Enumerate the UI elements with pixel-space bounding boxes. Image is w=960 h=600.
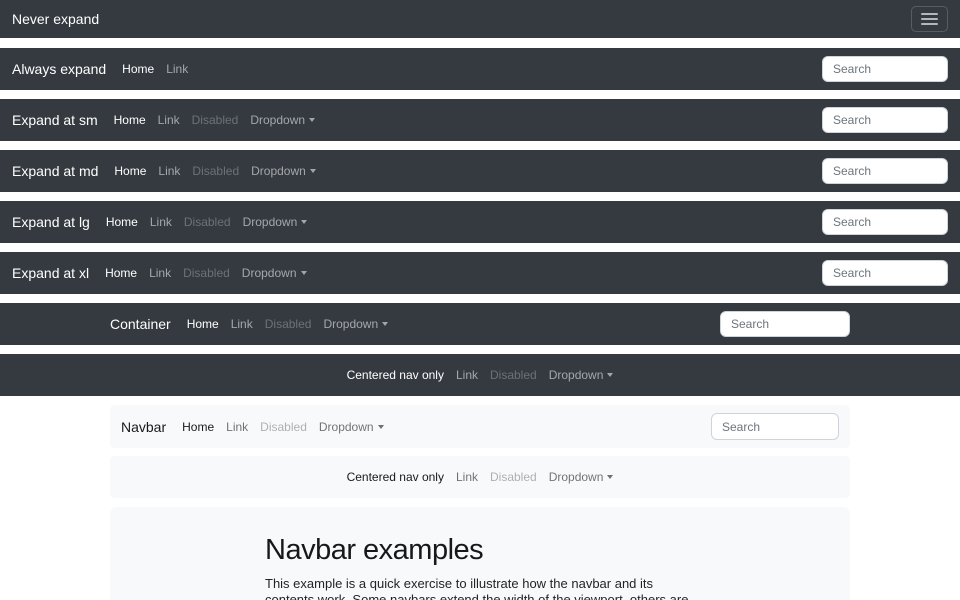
nav-links: Home Link Disabled Dropdown	[182, 420, 383, 434]
chevron-down-icon	[607, 373, 613, 377]
nav-link-link[interactable]: Link	[456, 470, 478, 484]
chevron-down-icon	[309, 118, 315, 122]
search-input[interactable]	[720, 311, 850, 337]
nav-link-home[interactable]: Home	[106, 215, 138, 229]
page-title: Navbar examples	[265, 534, 701, 567]
brand-always-expand[interactable]: Always expand	[12, 61, 106, 77]
dropdown-toggle[interactable]: Dropdown	[251, 164, 316, 178]
nav-links: Home Link Disabled Dropdown	[187, 317, 388, 331]
navbar-container-inner: Container Home Link Disabled Dropdown	[110, 311, 850, 337]
dropdown-toggle[interactable]: Dropdown	[323, 317, 388, 331]
nav-links: Home Link Disabled Dropdown	[106, 215, 307, 229]
nav-links: Home Link Disabled Dropdown	[105, 266, 306, 280]
nav-link-link[interactable]: Link	[158, 113, 180, 127]
nav-link-link[interactable]: Link	[158, 164, 180, 178]
search-input[interactable]	[822, 107, 948, 133]
nav-links: Centered nav only Link Disabled Dropdown	[347, 368, 614, 382]
chevron-down-icon	[607, 475, 613, 479]
navbar-expand-lg: Expand at lg Home Link Disabled Dropdown	[0, 201, 960, 243]
nav-link-disabled: Disabled	[490, 470, 537, 484]
chevron-down-icon	[378, 425, 384, 429]
hamburger-icon	[921, 13, 938, 16]
navbar-expand-xl: Expand at xl Home Link Disabled Dropdown	[0, 252, 960, 294]
dropdown-toggle[interactable]: Dropdown	[242, 266, 307, 280]
nav-link-link[interactable]: Link	[231, 317, 253, 331]
navbar-centered-dark: Centered nav only Link Disabled Dropdown	[0, 354, 960, 396]
nav-link-disabled: Disabled	[192, 113, 239, 127]
nav-link-centered[interactable]: Centered nav only	[347, 368, 444, 382]
nav-link-home[interactable]: Home	[187, 317, 219, 331]
dropdown-toggle[interactable]: Dropdown	[549, 470, 614, 484]
nav-link-disabled: Disabled	[192, 164, 239, 178]
nav-link-home[interactable]: Home	[105, 266, 137, 280]
navbar-container: Container Home Link Disabled Dropdown	[0, 303, 960, 345]
nav-link-disabled: Disabled	[260, 420, 307, 434]
brand-navbar[interactable]: Navbar	[121, 419, 166, 435]
nav-link-disabled: Disabled	[183, 266, 230, 280]
navbar-never-expand: Never expand	[0, 0, 960, 38]
nav-link-disabled: Disabled	[490, 368, 537, 382]
navbar-expand-sm: Expand at sm Home Link Disabled Dropdown	[0, 99, 960, 141]
nav-link-centered[interactable]: Centered nav only	[347, 470, 444, 484]
nav-link-link[interactable]: Link	[166, 62, 188, 76]
chevron-down-icon	[310, 169, 316, 173]
navbar-light: Navbar Home Link Disabled Dropdown	[110, 405, 850, 448]
chevron-down-icon	[382, 322, 388, 326]
paragraph-text: This example is a quick exercise to illu…	[265, 576, 688, 600]
dropdown-toggle[interactable]: Dropdown	[250, 113, 315, 127]
search-input[interactable]	[822, 158, 948, 184]
brand-expand-md[interactable]: Expand at md	[12, 163, 98, 179]
nav-link-link[interactable]: Link	[226, 420, 248, 434]
navbar-expand-md: Expand at md Home Link Disabled Dropdown	[0, 150, 960, 192]
navbar-always-expand: Always expand Home Link	[0, 48, 960, 90]
intro-paragraph: This example is a quick exercise to illu…	[265, 576, 701, 600]
nav-link-link[interactable]: Link	[150, 215, 172, 229]
search-input[interactable]	[711, 413, 839, 440]
dropdown-toggle[interactable]: Dropdown	[243, 215, 308, 229]
search-input[interactable]	[822, 260, 948, 286]
nav-links: Home Link	[122, 62, 188, 76]
brand-container[interactable]: Container	[110, 316, 171, 332]
nav-link-link[interactable]: Link	[456, 368, 478, 382]
nav-link-home[interactable]: Home	[182, 420, 214, 434]
nav-link-disabled: Disabled	[265, 317, 312, 331]
navbar-toggler-button[interactable]	[911, 6, 948, 32]
brand-expand-xl[interactable]: Expand at xl	[12, 265, 89, 281]
dropdown-toggle[interactable]: Dropdown	[319, 420, 384, 434]
search-input[interactable]	[822, 56, 948, 82]
chevron-down-icon	[301, 220, 307, 224]
nav-links: Home Link Disabled Dropdown	[114, 164, 315, 178]
brand-expand-lg[interactable]: Expand at lg	[12, 214, 90, 230]
nav-link-home[interactable]: Home	[122, 62, 154, 76]
brand-never-expand[interactable]: Never expand	[12, 11, 99, 27]
nav-links: Home Link Disabled Dropdown	[114, 113, 315, 127]
content-panel: Navbar examples This example is a quick …	[110, 507, 850, 600]
nav-link-home[interactable]: Home	[114, 113, 146, 127]
nav-link-link[interactable]: Link	[149, 266, 171, 280]
navbar-centered-light: Centered nav only Link Disabled Dropdown	[110, 456, 850, 498]
nav-links: Centered nav only Link Disabled Dropdown	[347, 470, 614, 484]
hamburger-icon	[921, 18, 938, 21]
brand-expand-sm[interactable]: Expand at sm	[12, 112, 98, 128]
dropdown-toggle[interactable]: Dropdown	[549, 368, 614, 382]
chevron-down-icon	[301, 271, 307, 275]
search-input[interactable]	[822, 209, 948, 235]
nav-link-home[interactable]: Home	[114, 164, 146, 178]
hamburger-icon	[921, 23, 938, 26]
content-inner: Navbar examples This example is a quick …	[265, 507, 701, 600]
nav-link-disabled: Disabled	[184, 215, 231, 229]
